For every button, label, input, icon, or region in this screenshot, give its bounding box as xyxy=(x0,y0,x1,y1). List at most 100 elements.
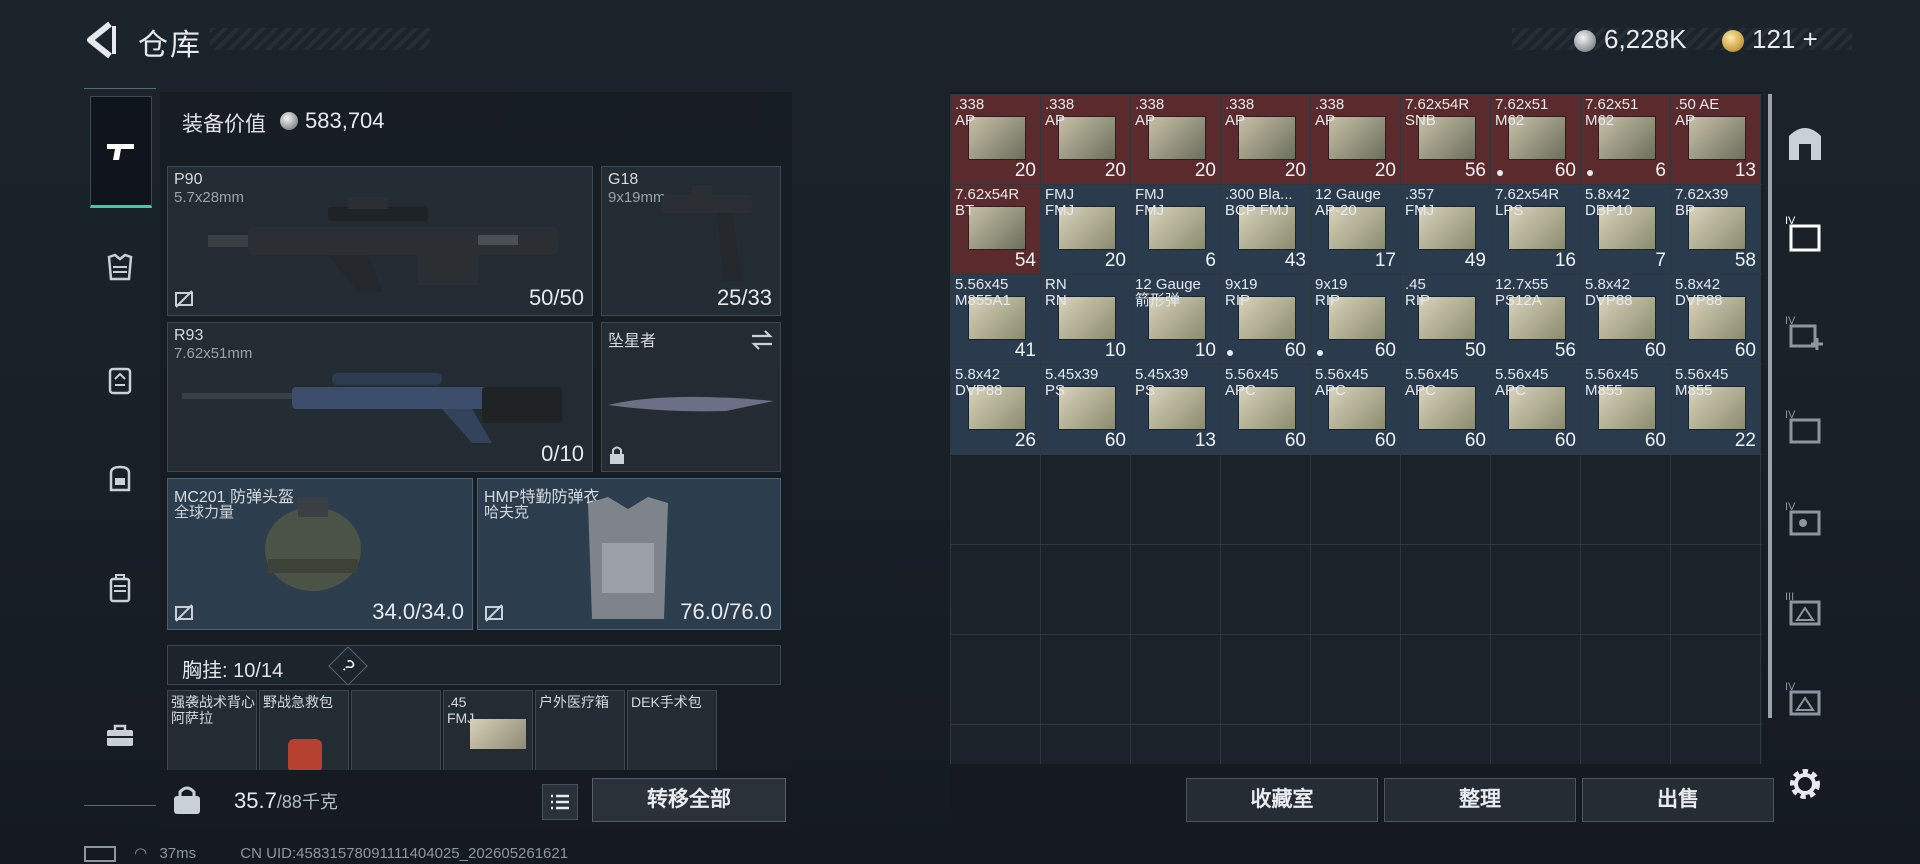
storage-item[interactable]: 5.56x45 APC 60 xyxy=(1401,365,1490,454)
category-rail xyxy=(84,88,156,806)
iii-case-tab[interactable]: III xyxy=(1783,586,1827,630)
storage-item[interactable]: 7.62x54R SNB 56 xyxy=(1401,95,1490,184)
lock-icon xyxy=(610,446,624,464)
weapon-caliber: 9x19mm xyxy=(608,189,666,206)
list-view-button[interactable] xyxy=(542,784,578,820)
storage-item[interactable]: 7.62x51 M62 6 xyxy=(1581,95,1670,184)
storage-item[interactable]: 5.45x39 PS 60 xyxy=(1041,365,1130,454)
gold-amount: 121 xyxy=(1752,24,1796,54)
pouch-slot[interactable]: .45 FMJ xyxy=(443,690,533,772)
gold-currency[interactable]: 121 + xyxy=(1722,24,1818,55)
item-caliber: 5.8x42 DVP88 xyxy=(1675,276,1723,309)
storage-item[interactable]: 5.56x45 M855A1 41 xyxy=(951,275,1040,364)
uid: CN UID:4583157809111140402​5_20260526162… xyxy=(240,845,569,862)
storage-item[interactable]: .300 Bla... BCP FMJ 43 xyxy=(1221,185,1310,274)
collection-room-button[interactable]: 收藏室 xyxy=(1186,778,1378,822)
iv-add-tab[interactable]: IV xyxy=(1783,310,1827,354)
pouch-slot-empty[interactable] xyxy=(351,690,441,772)
storage-scrollbar[interactable] xyxy=(1768,94,1772,718)
storage-item[interactable]: FMJ FMJ 20 xyxy=(1041,185,1130,274)
melee-slot[interactable]: 坠星者 xyxy=(601,322,781,472)
weapon-name: G18 xyxy=(608,171,639,188)
storage-item[interactable]: 5.8x42 DBP10 7 xyxy=(1581,185,1670,274)
storage-item[interactable]: 5.8x42 DVP88 60 xyxy=(1581,275,1670,364)
armor-slot[interactable]: HMP特勤防弹衣 哈夫克 76.0/76.0 xyxy=(477,478,781,630)
storage-item[interactable]: 5.45x39 PS 13 xyxy=(1131,365,1220,454)
iv-key-tab[interactable]: IV xyxy=(1783,496,1827,540)
weapon-tab[interactable] xyxy=(90,96,152,208)
pouch-slot[interactable]: 强袭战术背心 阿萨拉 xyxy=(167,690,257,772)
item-caliber: 5.56x45 APC xyxy=(1495,366,1549,399)
storage-item[interactable]: 9x19 RIP 60 xyxy=(1221,275,1310,364)
marked-dot xyxy=(1227,350,1233,356)
toolbox-tab[interactable] xyxy=(90,706,150,766)
storage-item[interactable]: .338 AP 20 xyxy=(1131,95,1220,184)
silver-currency[interactable]: 6,228K xyxy=(1574,24,1686,55)
item-count: 13 xyxy=(1194,430,1216,451)
case-tab[interactable] xyxy=(90,558,150,618)
storage-item[interactable]: 9x19 RIP 60 xyxy=(1311,275,1400,364)
backpack-tab[interactable] xyxy=(90,448,150,508)
storage-item[interactable]: .338 AP 20 xyxy=(1311,95,1400,184)
item-caliber: RN RN xyxy=(1045,276,1067,309)
storage-item[interactable]: 7.62x39 BP 58 xyxy=(1671,185,1760,274)
sell-button[interactable]: 出售 xyxy=(1582,778,1774,822)
marked-dot xyxy=(1497,170,1503,176)
swap-icon[interactable] xyxy=(750,329,774,351)
storage-item[interactable]: .50 AE AP 13 xyxy=(1671,95,1760,184)
storage-item[interactable]: RN RN 10 xyxy=(1041,275,1130,364)
pouch-slot[interactable]: DEK手术包 xyxy=(627,690,717,772)
settings-button[interactable] xyxy=(1783,762,1827,806)
iv-case2-tab[interactable]: IV xyxy=(1783,676,1827,720)
sort-button[interactable]: 整理 xyxy=(1384,778,1576,822)
primary-weapon2-slot[interactable]: R93 7.62x51mm 0/10 xyxy=(167,322,593,472)
storage-item[interactable]: .338 AP 20 xyxy=(951,95,1040,184)
storage-item[interactable]: 12 Gauge 箭形弹 10 xyxy=(1131,275,1220,364)
storage-item[interactable]: 12 Gauge AP-20 17 xyxy=(1311,185,1400,274)
item-count: 26 xyxy=(1014,430,1036,451)
gold-plus[interactable]: + xyxy=(1803,24,1818,54)
storage-item[interactable]: 5.56x45 APC 60 xyxy=(1221,365,1310,454)
pouch-slot[interactable]: 户外医疗箱 xyxy=(535,690,625,772)
storage-item[interactable]: .338 AP 20 xyxy=(1221,95,1310,184)
safebox-tab[interactable] xyxy=(1783,120,1827,164)
list-icon xyxy=(551,794,569,810)
storage-item[interactable]: 5.56x45 M855 60 xyxy=(1581,365,1670,454)
item-caliber: 7.62x51 M62 xyxy=(1585,96,1639,129)
silver-amount: 6,228K xyxy=(1604,24,1687,54)
item-caliber: .300 Bla... BCP FMJ xyxy=(1225,186,1293,219)
transfer-all-button[interactable]: 转移全部 xyxy=(592,778,786,822)
primary-weapon-slot[interactable]: P90 5.7x28mm 50/50 xyxy=(167,166,593,316)
weapon-ammo: 50/50 xyxy=(528,285,584,310)
item-caliber: 5.45x39 PS xyxy=(1135,366,1189,399)
item-count: 20 xyxy=(1194,160,1216,181)
storage-item[interactable]: .45 RIP 50 xyxy=(1401,275,1490,364)
item-caliber: .50 AE AP xyxy=(1675,96,1720,129)
item-count: 16 xyxy=(1554,250,1576,271)
item-caliber: .338 AP xyxy=(955,96,985,129)
secondary-weapon-slot[interactable]: G18 9x19mm 25/33 xyxy=(601,166,781,316)
helmet-slot[interactable]: MC201 防弹头盔 全球力量 34.0/34.0 xyxy=(167,478,473,630)
item-count: 60 xyxy=(1374,430,1396,451)
storage-item[interactable]: 5.8x42 DVP88 60 xyxy=(1671,275,1760,364)
back-button[interactable] xyxy=(84,20,116,60)
pouch-slot[interactable]: 野战急救包 xyxy=(259,690,349,772)
storage-item[interactable]: 5.56x45 APC 60 xyxy=(1491,365,1580,454)
storage-item[interactable]: 7.62x54R BT 54 xyxy=(951,185,1040,274)
storage-item[interactable]: 5.56x45 M855 22 xyxy=(1671,365,1760,454)
storage-item[interactable]: 5.56x45 APC 60 xyxy=(1311,365,1400,454)
storage-item[interactable]: FMJ FMJ 6 xyxy=(1131,185,1220,274)
armor-tab[interactable] xyxy=(90,238,150,298)
storage-item[interactable]: 7.62x54R LPS 16 xyxy=(1491,185,1580,274)
storage-item[interactable]: .357 FMJ 49 xyxy=(1401,185,1490,274)
item-caliber: 5.56x45 APC xyxy=(1405,366,1459,399)
iv-case-tab[interactable]: IV xyxy=(1783,404,1827,448)
storage-item[interactable]: 7.62x51 M62 60 xyxy=(1491,95,1580,184)
help-icon[interactable]: ? xyxy=(328,646,368,686)
storage-item[interactable]: 5.8x42 DVP88 26 xyxy=(951,365,1040,454)
iv-storage-tab[interactable]: IV xyxy=(1783,210,1827,254)
item-caliber: 5.8x42 DBP10 xyxy=(1585,186,1633,219)
storage-item[interactable]: .338 AP 20 xyxy=(1041,95,1130,184)
rig-tab[interactable] xyxy=(90,350,150,410)
storage-item[interactable]: 12.7x55 PS12A 56 xyxy=(1491,275,1580,364)
